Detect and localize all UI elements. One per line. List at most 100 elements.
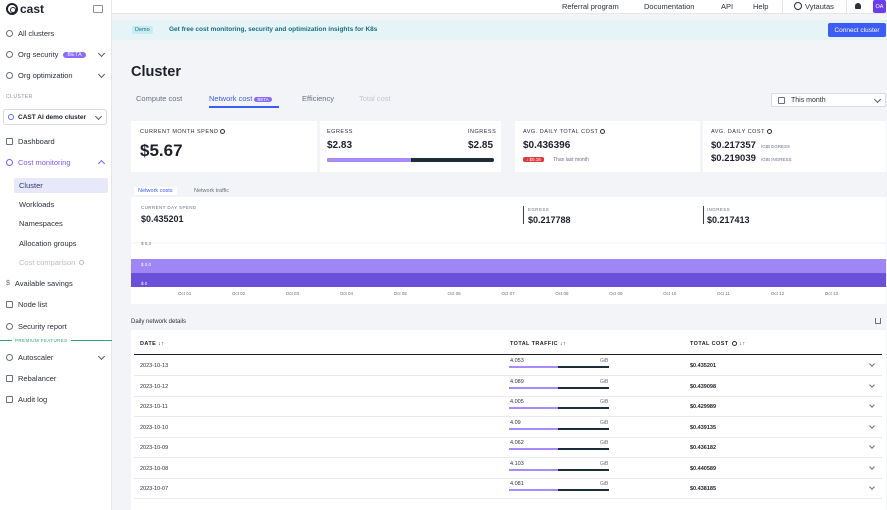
tab-network-cost[interactable]: Network cost BETA [209,94,272,103]
stat-divider [523,206,524,224]
graph-egress-value: $0.217788 [528,215,571,225]
cluster-selector[interactable]: CAST AI demo cluster [3,109,107,125]
traffic-bar [509,366,609,368]
date-range-select[interactable]: This month [771,93,886,107]
table-row[interactable]: 2023-10-07 4.081 GiB $0.438185 [134,479,882,499]
sidebar-subitem-workloads[interactable]: Workloads [14,197,108,212]
sidebar-item-org-optimization[interactable]: Org optimization [6,70,106,80]
table-row[interactable]: 2023-10-12 4.089 GiB $0.439098 [134,377,882,397]
sidebar-item-label: Audit log [18,395,48,404]
column-header-total-cost[interactable]: TOTAL COST ↓↑ [690,341,746,347]
chevron-down-icon[interactable] [869,463,875,470]
sidebar-item-label: Security report [18,322,67,331]
sidebar-item-security-report[interactable]: Security report [6,322,106,331]
column-header-total-traffic[interactable]: TOTAL TRAFFIC ↓↑ [510,341,566,347]
info-icon[interactable] [220,129,226,135]
avg-ingress-value: $0.219039 [711,153,756,164]
info-icon[interactable] [732,341,738,347]
table-row[interactable]: 2023-10-09 4.062 GiB $0.436182 [134,438,882,458]
sidebar-item-dashboard[interactable]: Dashboard [6,137,106,146]
avatar[interactable]: OA [873,0,886,13]
sidebar-subitem-allocation-groups[interactable]: Allocation groups [14,236,108,251]
cell-traffic: 4.053 [510,358,524,364]
page-title: Cluster [131,64,181,80]
info-icon[interactable] [766,129,772,135]
sidebar-item-cost-monitoring[interactable]: Cost monitoring [6,158,106,168]
sidebar-subitem-namespaces[interactable]: Namespaces [14,216,108,231]
tab-total-cost: Total cost [359,94,391,103]
tab-label: Network cost [209,94,253,103]
date-range-value: This month [791,96,826,104]
api-link[interactable]: API [721,2,733,11]
sidebar-item-label: Cost comparison [19,258,76,267]
tab-compute-cost[interactable]: Compute cost [136,94,182,103]
sidebar-item-all-clusters[interactable]: All clusters [6,29,106,38]
cell-unit: GiB [600,481,609,487]
cell-cost: $0.429989 [690,404,716,410]
cell-cost: $0.438185 [690,486,716,492]
sidebar: cast All clusters Org security BETA Org … [0,0,112,510]
graph-egress-label: EGRESS [528,207,550,212]
chevron-down-icon[interactable] [869,361,875,367]
chevron-down-icon[interactable] [869,422,875,429]
premium-features-divider: PREMIUM FEATURES [0,338,112,343]
sidebar-item-org-security[interactable]: Org security BETA [6,49,106,59]
table-row[interactable]: 2023-10-10 4.09 GiB $0.439135 [134,418,882,438]
chevron-down-icon[interactable] [869,443,875,449]
shield-icon [6,323,13,330]
active-tab-indicator [209,106,279,108]
sidebar-item-audit-log[interactable]: Audit log [6,395,106,404]
cell-cost: $0.436182 [690,445,716,451]
sidebar-collapse-icon[interactable] [93,5,103,13]
chevron-down-icon[interactable] [869,402,875,408]
x-tick-label: Oct 10 [663,291,677,296]
sidebar-item-node-list[interactable]: Node list [6,300,106,309]
table-row[interactable]: 2023-10-08 4.103 GiB $0.440589 [134,459,882,479]
chevron-down-icon[interactable] [869,381,875,388]
chevron-down-icon[interactable] [869,484,875,490]
table-row[interactable]: 2023-10-11 4.005 GiB $0.429989 [134,397,882,417]
sidebar-item-autoscaler[interactable]: Autoscaler [6,352,106,362]
documentation-link[interactable]: Documentation [644,2,694,11]
cell-date: 2023-10-11 [140,404,168,410]
cell-traffic: 4.081 [510,481,524,487]
beta-badge: BETA [254,96,272,102]
x-tick-label: Oct 07 [501,291,515,296]
egress-ingress-bar [327,158,494,162]
sidebar-item-label: Available savings [14,279,73,288]
x-tick-label: Oct 06 [447,291,461,296]
x-tick-label: Oct 11 [717,291,730,296]
subtab-network-traffic[interactable]: Network traffic [190,187,233,195]
cell-unit: GiB [600,399,609,405]
tab-efficiency[interactable]: Efficiency [302,94,334,103]
sidebar-item-rebalancer[interactable]: Rebalancer [6,374,106,383]
graph-ingress-value: $0.217413 [707,215,750,225]
cast-logo[interactable]: cast [6,2,44,16]
egress-label: EGRESS [327,129,353,135]
x-tick-label: Oct 01 [178,291,192,296]
traffic-bar-fill [509,489,558,491]
cast-logo-icon [6,3,18,15]
top-bar: Referral program Documentation API Help … [112,0,887,14]
info-icon[interactable] [600,129,606,135]
traffic-bar [509,386,609,389]
connect-cluster-button[interactable]: Connect cluster [828,23,886,37]
clusters-icon [6,30,13,37]
x-tick-label: Oct 12 [770,291,785,296]
column-header-date[interactable]: DATE ↓↑ [140,341,164,347]
cell-cost: $0.435201 [690,363,716,369]
demo-banner: Demo Get free cost monitoring, security … [112,20,887,40]
user-menu[interactable]: Vytautas [805,2,834,11]
sidebar-subitem-cluster[interactable]: Cluster [14,178,108,193]
sidebar-item-available-savings[interactable]: $ Available savings [6,279,106,288]
bell-icon[interactable] [855,3,861,9]
subtab-network-costs[interactable]: Network costs [134,187,177,195]
referral-program-link[interactable]: Referral program [562,2,619,11]
table-row[interactable]: 2023-10-13 4.053 GiB $0.435201 [134,356,882,376]
export-icon[interactable] [875,318,881,324]
help-link[interactable]: Help [753,2,768,11]
x-tick-label: Oct 08 [555,291,569,296]
sidebar-item-label: Rebalancer [18,374,57,383]
sidebar-item-label: Node list [18,300,48,309]
x-tick-label: Oct 02 [231,291,246,296]
